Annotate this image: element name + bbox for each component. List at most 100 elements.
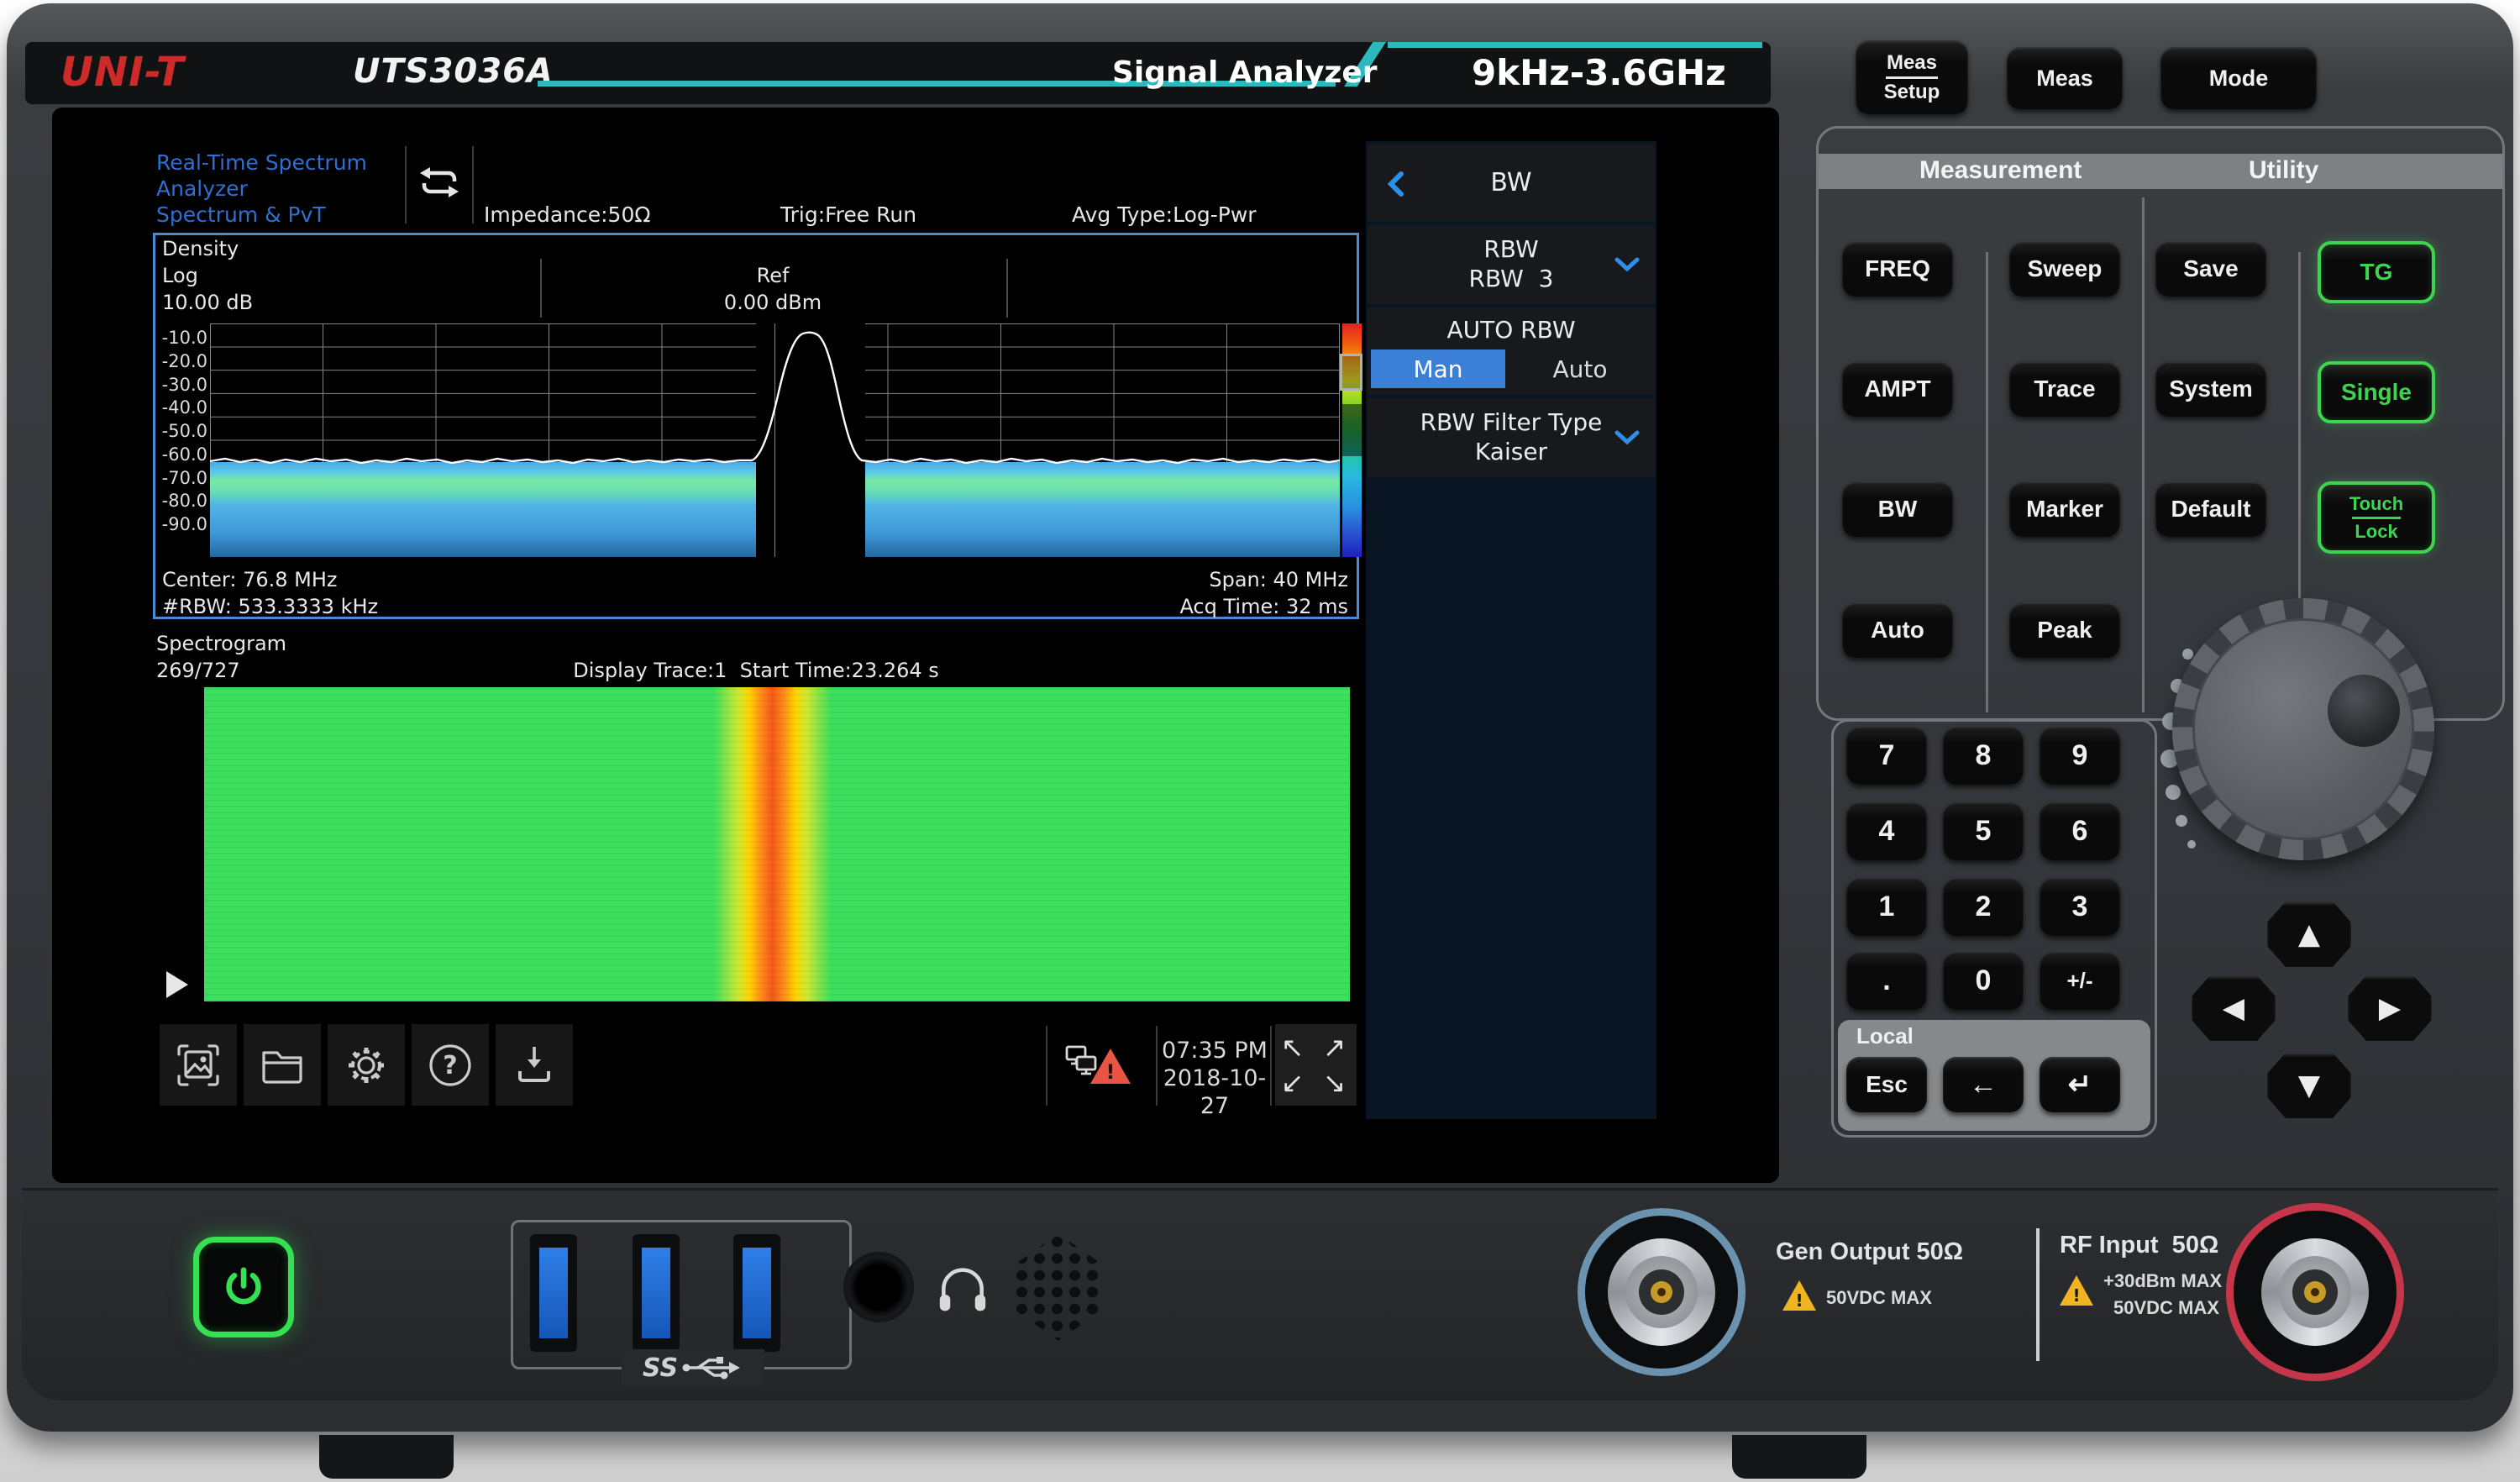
ytick--30: -30.0 bbox=[162, 375, 207, 395]
file-browser-button[interactable] bbox=[244, 1024, 321, 1106]
trace-button[interactable]: Trace bbox=[2009, 361, 2120, 417]
key-2-label: 2 bbox=[1976, 891, 1992, 923]
acq-time-readout[interactable]: Acq Time: 32 ms bbox=[1179, 595, 1348, 618]
key-6[interactable]: 6 bbox=[2040, 801, 2120, 860]
headphone-jack[interactable] bbox=[843, 1252, 914, 1322]
save-hw-button[interactable]: Save bbox=[2155, 241, 2266, 297]
usb-tongue bbox=[743, 1248, 771, 1338]
impedance-readout: Impedance:50Ω bbox=[484, 202, 650, 229]
usb-port-2[interactable] bbox=[633, 1234, 680, 1352]
menu-title: BW bbox=[1368, 145, 1655, 222]
key-8[interactable]: 8 bbox=[1943, 726, 2024, 785]
enter-key[interactable]: ↵ bbox=[2040, 1057, 2120, 1112]
key-0[interactable]: 0 bbox=[1943, 951, 2024, 1010]
screenshot-button[interactable] bbox=[160, 1024, 237, 1106]
arrow-up-key[interactable]: ▲ bbox=[2267, 901, 2351, 967]
esc-key[interactable]: Esc bbox=[1846, 1057, 1927, 1112]
bw-label: BW bbox=[1878, 496, 1918, 523]
sweep-button[interactable]: Sweep bbox=[2009, 241, 2120, 297]
spectrogram-heatmap[interactable] bbox=[204, 687, 1350, 1001]
key-decimal[interactable]: . bbox=[1846, 951, 1927, 1010]
key-2[interactable]: 2 bbox=[1943, 877, 2024, 936]
rotary-knob[interactable] bbox=[2172, 598, 2434, 860]
key-9[interactable]: 9 bbox=[2040, 726, 2120, 785]
backspace-key[interactable]: ← bbox=[1943, 1057, 2024, 1112]
back-chevron-icon[interactable] bbox=[1388, 171, 1404, 197]
span-readout[interactable]: Span: 40 MHz bbox=[1209, 568, 1348, 591]
key-3[interactable]: 3 bbox=[2040, 877, 2120, 936]
ref-level-label[interactable]: Ref bbox=[626, 264, 920, 287]
key-decimal-label: . bbox=[1882, 964, 1890, 997]
status-divider-2 bbox=[472, 146, 474, 223]
colorbar-handle-upper[interactable] bbox=[1340, 354, 1362, 391]
mode-label: Mode bbox=[2209, 66, 2269, 92]
fullscreen-expand-button[interactable]: ↖ ↗ ↙ ↘ bbox=[1275, 1024, 1357, 1106]
menu-item-rbw[interactable]: RBW RBW 3 bbox=[1368, 225, 1655, 304]
bw-button[interactable]: BW bbox=[1842, 481, 1953, 537]
clock[interactable]: 07:35 PM 2018-10-27 bbox=[1161, 1037, 1268, 1120]
auto-rbw-label: AUTO RBW bbox=[1368, 316, 1655, 344]
local-label: Local bbox=[1856, 1023, 1914, 1049]
center-freq-readout[interactable]: Center: 76.8 MHz bbox=[162, 568, 338, 591]
colorbar-handle-lower[interactable] bbox=[1342, 404, 1362, 456]
settings-button[interactable] bbox=[328, 1024, 405, 1106]
tg-button[interactable]: TG bbox=[2318, 241, 2435, 303]
save-button[interactable] bbox=[496, 1024, 573, 1106]
rbw-readout[interactable]: #RBW: 533.3333 kHz bbox=[162, 595, 378, 618]
key-6-label: 6 bbox=[2072, 815, 2088, 848]
tg-label: TG bbox=[2360, 259, 2393, 286]
arrow-left-icon: ◀ bbox=[2223, 991, 2244, 1025]
power-button[interactable] bbox=[193, 1237, 294, 1337]
default-button[interactable]: Default bbox=[2155, 481, 2266, 537]
network-error-icon[interactable]: ! bbox=[1065, 1042, 1119, 1094]
freq-button[interactable]: FREQ bbox=[1842, 241, 1953, 297]
arrow-right-key[interactable]: ▶ bbox=[2348, 975, 2432, 1041]
continuous-sweep-icon[interactable] bbox=[415, 161, 464, 207]
rf-input-connector[interactable] bbox=[2226, 1203, 2404, 1381]
density-header-divider-2 bbox=[1006, 259, 1008, 318]
peak-button[interactable]: Peak bbox=[2009, 602, 2120, 658]
help-button[interactable]: ? bbox=[412, 1024, 489, 1106]
trigger-readout: Trig:Free Run bbox=[780, 202, 948, 229]
meas-setup-label-1: Meas bbox=[1887, 52, 1937, 74]
freq-label: FREQ bbox=[1865, 255, 1930, 282]
ytick--50: -50.0 bbox=[162, 421, 207, 441]
key-plus-minus[interactable]: +/- bbox=[2040, 951, 2120, 1010]
meas-setup-button[interactable]: Meas Setup bbox=[1856, 40, 1968, 114]
rbw-auto-toggle[interactable]: Auto bbox=[1509, 349, 1651, 388]
spectrogram-frame-counter: 269/727 bbox=[156, 659, 240, 682]
single-button[interactable]: Single bbox=[2318, 361, 2435, 423]
spectrum-plot[interactable] bbox=[210, 323, 1340, 557]
menu-header-bw[interactable]: BW bbox=[1368, 145, 1655, 222]
knob-finger-dimple[interactable] bbox=[2328, 675, 2400, 747]
ref-level-value: 0.00 dBm bbox=[626, 291, 920, 314]
density-colorbar[interactable] bbox=[1342, 323, 1362, 557]
product-name: Signal Analyzer bbox=[1112, 55, 1378, 90]
touch-lock-button[interactable]: Touch Lock bbox=[2318, 481, 2435, 554]
rbw-man-toggle[interactable]: Man bbox=[1371, 349, 1505, 388]
knob-dot-1 bbox=[2182, 649, 2193, 660]
key-4[interactable]: 4 bbox=[1846, 801, 1927, 860]
top-branding-strip: UNI-T UTS3036A Signal Analyzer 9kHz-3.6G… bbox=[25, 42, 1771, 104]
mode-button[interactable]: Mode bbox=[2160, 47, 2317, 109]
gen-output-connector[interactable] bbox=[1578, 1208, 1746, 1376]
menu-item-rbw-filter[interactable]: RBW Filter Type Kaiser bbox=[1368, 398, 1655, 477]
key-5[interactable]: 5 bbox=[1943, 801, 2024, 860]
marker-button[interactable]: Marker bbox=[2009, 481, 2120, 537]
density-panel[interactable]: Density Log 10.00 dB Ref 0.00 dBm -10.0 … bbox=[153, 233, 1359, 619]
auto-button[interactable]: Auto bbox=[1842, 602, 1953, 658]
usb-port-3[interactable] bbox=[733, 1234, 780, 1352]
key-7[interactable]: 7 bbox=[1846, 726, 1927, 785]
ampt-button[interactable]: AMPT bbox=[1842, 361, 1953, 417]
app-mode-label[interactable]: Real-Time Spectrum Analyzer Spectrum & P… bbox=[156, 150, 402, 228]
arrow-down-key[interactable]: ▼ bbox=[2267, 1053, 2351, 1118]
spectrogram-play-icon[interactable] bbox=[166, 971, 188, 998]
meas-button[interactable]: Meas bbox=[2007, 47, 2123, 109]
arrow-right-icon: ▶ bbox=[2379, 991, 2401, 1025]
key-1[interactable]: 1 bbox=[1846, 877, 1927, 936]
usb-port-1[interactable] bbox=[530, 1234, 577, 1352]
man-label: Man bbox=[1413, 355, 1462, 383]
arrow-left-key[interactable]: ◀ bbox=[2192, 975, 2276, 1041]
knob-face[interactable] bbox=[2192, 618, 2414, 840]
system-button[interactable]: System bbox=[2155, 361, 2266, 417]
